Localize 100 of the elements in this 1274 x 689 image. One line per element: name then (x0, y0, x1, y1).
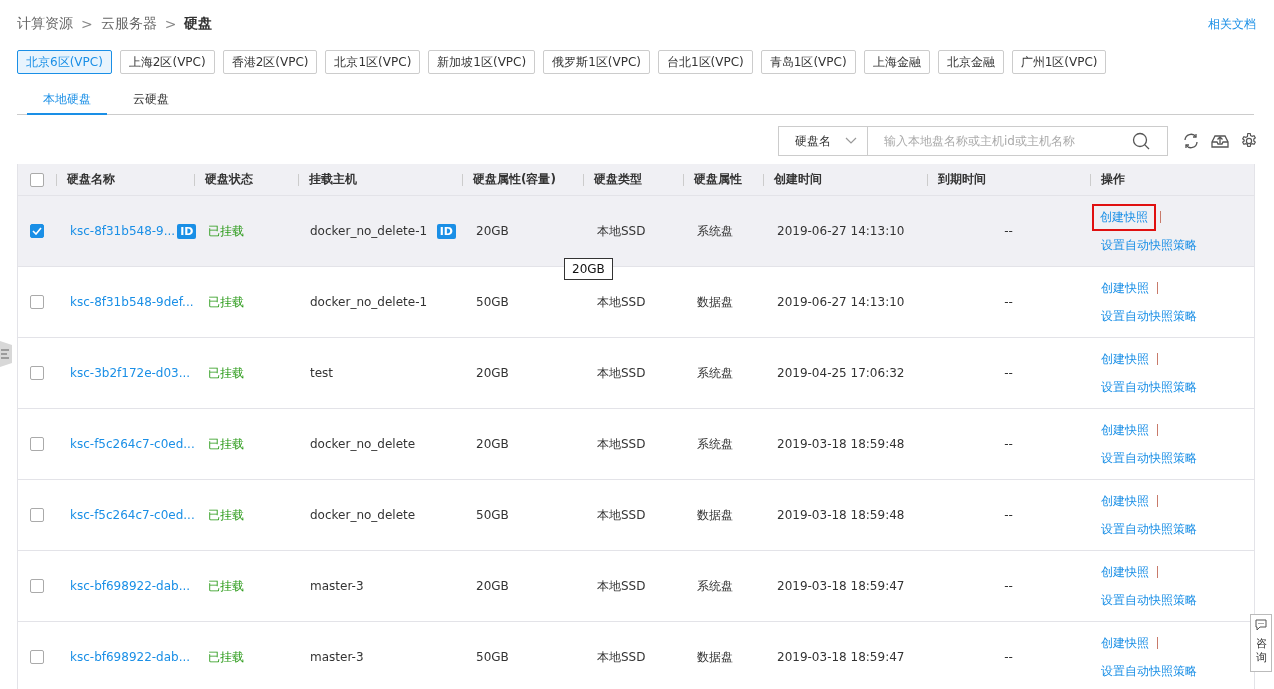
host-name: docker_no_delete-1 (310, 224, 428, 238)
action-link[interactable]: 设置自动快照策略 (1101, 661, 1197, 681)
action-link[interactable]: 设置自动快照策略 (1101, 519, 1197, 539)
region-button[interactable]: 俄罗斯1区(VPC) (543, 50, 650, 74)
disk-attribute-cell: 数据盘 (697, 293, 733, 311)
region-button[interactable]: 香港2区(VPC) (222, 50, 318, 74)
column-header: 硬盘名称 (56, 171, 194, 188)
expiry-cell: -- (1004, 224, 1013, 238)
expiry-cell: -- (1004, 366, 1013, 380)
created-time-cell: 2019-03-18 18:59:47 (777, 579, 905, 593)
action-link[interactable]: 创建快照 (1101, 278, 1149, 298)
disk-type-cell: 本地SSD (597, 435, 646, 453)
disk-name-link[interactable]: ksc-f5c264c7-c0ed... (70, 508, 195, 522)
status-text: 已挂载 (208, 293, 244, 311)
status-text: 已挂载 (208, 364, 244, 382)
column-header: 操作 (1090, 171, 1254, 188)
column-header: 硬盘状态 (194, 171, 298, 188)
breadcrumb-separator: > (81, 16, 93, 32)
breadcrumb-item: 硬盘 (184, 15, 213, 33)
action-link[interactable]: 设置自动快照策略 (1101, 590, 1197, 610)
column-header: 到期时间 (927, 171, 1090, 188)
capacity-cell: 20GB (476, 437, 509, 451)
action-link[interactable]: 设置自动快照策略 (1101, 235, 1197, 255)
disk-attribute-cell: 系统盘 (697, 577, 733, 595)
disk-name-link[interactable]: ksc-8f31b548-9... (70, 224, 176, 238)
disk-name-link[interactable]: ksc-bf698922-dab... (70, 579, 191, 593)
breadcrumb-item[interactable]: 计算资源 (17, 15, 73, 33)
row-checkbox[interactable] (30, 508, 44, 522)
capacity-cell: 50GB (476, 295, 509, 309)
disk-type-cell: 本地SSD (597, 364, 646, 382)
expiry-cell: -- (1004, 437, 1013, 451)
region-button[interactable]: 北京金融 (937, 50, 1004, 74)
settings-icon[interactable] (1240, 132, 1258, 150)
disk-attribute-cell: 系统盘 (697, 435, 733, 453)
region-button[interactable]: 上海2区(VPC) (119, 50, 215, 74)
tab[interactable]: 云硬盘 (117, 88, 185, 115)
field-select[interactable]: 硬盘名 (778, 126, 868, 156)
created-time-cell: 2019-04-25 17:06:32 (777, 366, 905, 380)
tooltip: 20GB (564, 258, 613, 280)
docs-link[interactable]: 相关文档 (1208, 15, 1256, 33)
region-button[interactable]: 北京6区(VPC) (17, 50, 112, 74)
region-button[interactable]: 广州1区(VPC) (1011, 50, 1107, 74)
region-button[interactable]: 新加坡1区(VPC) (428, 50, 536, 74)
created-time-cell: 2019-03-18 18:59:47 (777, 650, 905, 664)
action-link[interactable]: 设置自动快照策略 (1101, 306, 1197, 326)
select-all-checkbox[interactable] (30, 172, 44, 187)
action-link[interactable]: 设置自动快照策略 (1101, 448, 1197, 468)
capacity-cell: 20GB (476, 224, 509, 238)
row-checkbox[interactable] (30, 650, 44, 664)
status-text: 已挂载 (208, 648, 244, 666)
row-checkbox[interactable] (30, 579, 44, 593)
disk-type-cell: 本地SSD (597, 293, 646, 311)
region-button[interactable]: 北京1区(VPC) (325, 50, 421, 74)
created-time-cell: 2019-06-27 14:13:10 (777, 295, 905, 309)
created-time-cell: 2019-03-18 18:59:48 (777, 508, 905, 522)
action-link[interactable]: 创建快照 (1101, 349, 1149, 369)
id-badge[interactable]: ID (436, 223, 456, 239)
row-checkbox[interactable] (30, 295, 44, 309)
action-link[interactable]: 创建快照 (1101, 420, 1149, 440)
expiry-cell: -- (1004, 579, 1013, 593)
region-button[interactable]: 上海金融 (863, 50, 930, 74)
action-link[interactable]: 创建快照 (1101, 562, 1149, 582)
disk-type-cell: 本地SSD (597, 648, 646, 666)
action-link[interactable]: 设置自动快照策略 (1101, 377, 1197, 397)
disk-attribute-cell: 系统盘 (697, 364, 733, 382)
action-link[interactable]: 创建快照 (1101, 633, 1149, 653)
disk-name-link[interactable]: ksc-bf698922-dab... (70, 650, 191, 664)
host-name: master-3 (310, 650, 364, 664)
breadcrumb-item[interactable]: 云服务器 (100, 15, 157, 33)
capacity-cell: 50GB (476, 650, 509, 664)
disk-attribute-cell: 系统盘 (697, 222, 733, 240)
disk-name-link[interactable]: ksc-8f31b548-9def... (70, 295, 194, 309)
disk-name-link[interactable]: ksc-3b2f172e-d03... (70, 366, 191, 380)
checkmark-icon (32, 227, 42, 235)
disk-name-link[interactable]: ksc-f5c264c7-c0ed... (70, 437, 195, 451)
disk-attribute-cell: 数据盘 (697, 506, 733, 524)
id-badge[interactable]: ID (177, 223, 197, 239)
chevron-down-icon (845, 137, 857, 145)
cloud-upload-icon[interactable] (1210, 132, 1230, 150)
disk-attribute-cell: 数据盘 (697, 648, 733, 666)
row-checkbox[interactable] (30, 366, 44, 380)
search-icon[interactable] (1132, 132, 1150, 150)
search-field[interactable]: 输入本地盘名称或主机id或主机名称 (868, 126, 1168, 156)
collapse-handle-icon[interactable] (0, 339, 14, 369)
tab[interactable]: 本地硬盘 (27, 88, 107, 115)
expiry-cell: -- (1004, 508, 1013, 522)
region-button[interactable]: 台北1区(VPC) (657, 50, 753, 74)
status-text: 已挂载 (208, 506, 244, 524)
host-name: docker_no_delete-1 (310, 295, 428, 309)
consult-button[interactable]: 咨询 (1250, 614, 1272, 672)
region-button[interactable]: 青岛1区(VPC) (760, 50, 856, 74)
field-select-value: 硬盘名 (795, 132, 831, 150)
column-header: 挂载主机 (298, 171, 462, 188)
host-name: master-3 (310, 579, 364, 593)
disk-type-cell: 本地SSD (597, 506, 646, 524)
row-checkbox[interactable] (30, 224, 44, 238)
host-name: docker_no_delete (310, 508, 416, 522)
refresh-icon[interactable] (1182, 132, 1200, 150)
row-checkbox[interactable] (30, 437, 44, 451)
action-link[interactable]: 创建快照 (1101, 491, 1149, 511)
